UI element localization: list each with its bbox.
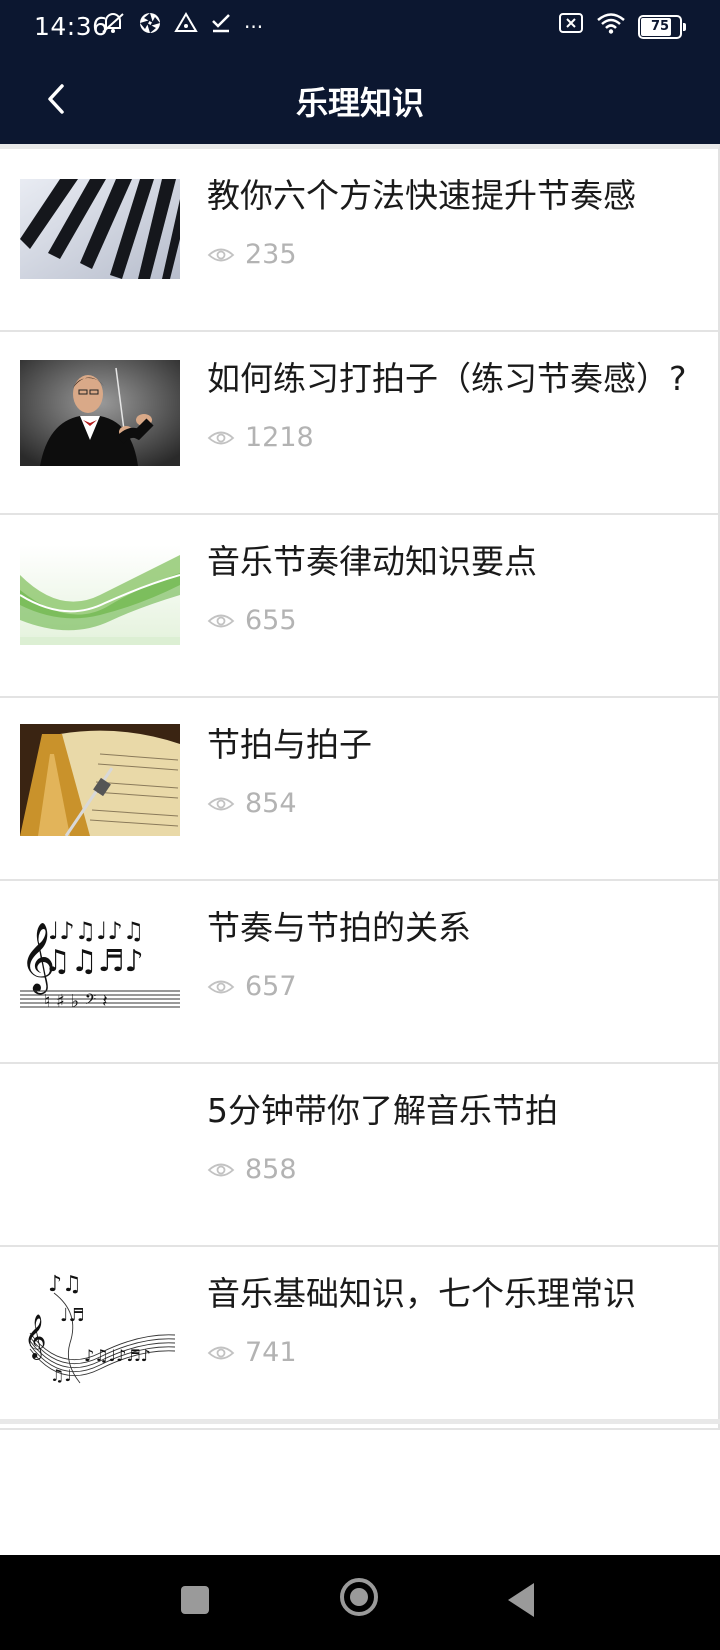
svg-text:♫♩: ♫♩ <box>50 1366 72 1385</box>
status-bar: 14:36 ··· 75 <box>0 0 720 54</box>
wifi-icon <box>596 12 626 42</box>
view-count: 655 <box>207 605 297 636</box>
music-swirl-image: 𝄞 ♪♫ ♩♬ ♪♫♩♪♬♪ ♫♩ <box>20 1263 180 1387</box>
page-title: 乐理知识 <box>295 84 424 122</box>
recents-button[interactable] <box>181 1586 209 1614</box>
article-list: 教你六个方法快速提升节奏感 235 如何练习打拍子（练习节奏感）? 1218 音… <box>0 144 720 1430</box>
view-count: 1218 <box>207 422 314 453</box>
article-title: 节拍与拍子 <box>207 725 372 764</box>
green-wave-image <box>20 545 180 645</box>
article-title: 如何练习打拍子（练习节奏感）? <box>207 359 687 398</box>
svg-text:♮ ♯ ♭ 𝄢 𝄽: ♮ ♯ ♭ 𝄢 𝄽 <box>44 991 108 1012</box>
view-count: 741 <box>207 1337 297 1368</box>
eye-icon <box>207 246 235 264</box>
view-count-value: 1218 <box>245 422 314 453</box>
status-time: 14:36 <box>34 12 109 41</box>
sim-off-icon <box>558 12 584 42</box>
svg-text:𝄞: 𝄞 <box>24 1314 46 1360</box>
system-back-button[interactable] <box>508 1583 534 1617</box>
list-item[interactable]: 节拍与拍子 854 <box>0 698 718 881</box>
view-count: 657 <box>207 971 297 1002</box>
header-bar: 乐理知识 <box>0 54 720 144</box>
blank-image <box>20 1094 180 1194</box>
check-icon <box>210 11 232 43</box>
system-nav-bar <box>0 1555 720 1650</box>
svg-text:♪♫: ♪♫ <box>48 1272 82 1297</box>
view-count-value: 657 <box>245 971 297 1002</box>
view-count-value: 235 <box>245 239 297 270</box>
view-count: 235 <box>207 239 297 270</box>
list-footer-divider <box>0 1419 720 1424</box>
view-count-value: 854 <box>245 788 297 819</box>
view-count-value: 655 <box>245 605 297 636</box>
status-icons-left: ··· <box>100 12 263 42</box>
article-title: 5分钟带你了解音乐节拍 <box>207 1091 558 1130</box>
article-title: 音乐节奏律动知识要点 <box>207 542 537 581</box>
eye-icon <box>207 978 235 996</box>
music-notes-image: 𝄞 ♩♪♫♩♪♫ ♫♫♬♪ ♮ ♯ ♭ 𝄢 𝄽 <box>20 907 180 1015</box>
mute-icon <box>100 11 126 43</box>
view-count: 854 <box>207 788 297 819</box>
conductor-image <box>20 360 180 466</box>
list-item[interactable]: 如何练习打拍子（练习节奏感）? 1218 <box>0 332 718 515</box>
list-item[interactable]: 5分钟带你了解音乐节拍 858 <box>0 1064 718 1247</box>
aperture-icon <box>138 11 162 43</box>
article-title: 节奏与节拍的关系 <box>207 908 471 947</box>
article-title: 教你六个方法快速提升节奏感 <box>207 176 636 215</box>
svg-text:♩♪♫♩♪♫: ♩♪♫♩♪♫ <box>48 917 144 945</box>
piano-keys-image <box>20 179 180 279</box>
more-dots-icon: ··· <box>244 15 264 39</box>
svg-text:♫♫♬♪: ♫♫♬♪ <box>44 944 144 979</box>
view-count-value: 741 <box>245 1337 297 1368</box>
eye-icon <box>207 1161 235 1179</box>
eye-icon <box>207 795 235 813</box>
svg-text:♩♬: ♩♬ <box>60 1305 85 1326</box>
eye-icon <box>207 612 235 630</box>
home-button[interactable] <box>340 1578 378 1616</box>
warning-triangle-icon <box>174 11 198 43</box>
eye-icon <box>207 1344 235 1362</box>
list-item[interactable]: 𝄞 ♪♫ ♩♬ ♪♫♩♪♬♪ ♫♩ 音乐基础知识，七个乐理常识 741 <box>0 1247 718 1430</box>
list-item[interactable]: 𝄞 ♩♪♫♩♪♫ ♫♫♬♪ ♮ ♯ ♭ 𝄢 𝄽 节奏与节拍的关系 657 <box>0 881 718 1064</box>
battery-level: 75 <box>650 19 670 34</box>
eye-icon <box>207 429 235 447</box>
status-icons-right: 75 <box>558 12 686 42</box>
battery-indicator: 75 <box>638 15 686 39</box>
view-count: 858 <box>207 1154 297 1185</box>
svg-text:♪♫♩♪♬♪: ♪♫♩♪♬♪ <box>84 1346 151 1365</box>
view-count-value: 858 <box>245 1154 297 1185</box>
list-item[interactable]: 音乐节奏律动知识要点 655 <box>0 515 718 698</box>
metronome-image <box>20 724 180 836</box>
list-item[interactable]: 教你六个方法快速提升节奏感 235 <box>0 149 718 332</box>
article-title: 音乐基础知识，七个乐理常识 <box>207 1274 636 1313</box>
